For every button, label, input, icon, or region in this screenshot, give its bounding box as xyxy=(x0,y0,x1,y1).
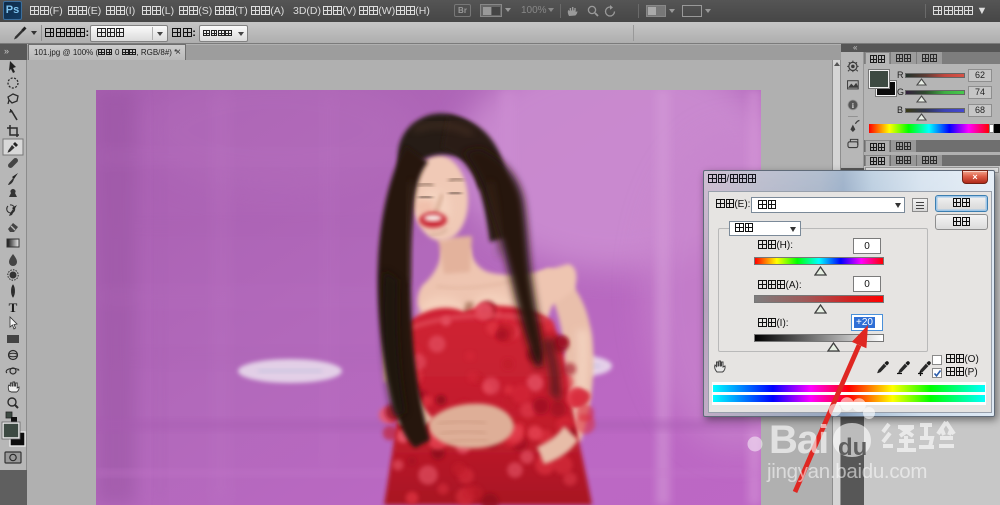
svg-text:Bai: Bai xyxy=(769,418,828,462)
svg-text:jingyan.baidu.com: jingyan.baidu.com xyxy=(766,460,927,483)
svg-text:du: du xyxy=(838,434,867,461)
